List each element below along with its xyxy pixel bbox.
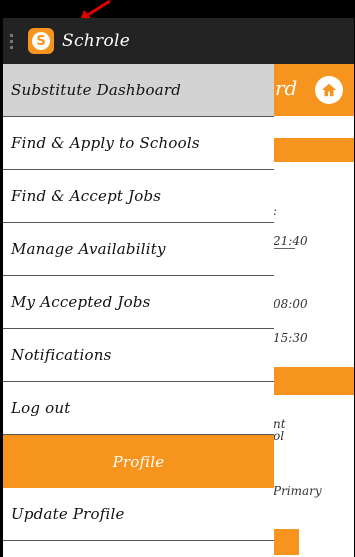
dashboard-time: 21:40 xyxy=(273,234,308,248)
action-bar: S Schrole xyxy=(3,18,354,64)
app-logo-letter: S xyxy=(32,32,50,50)
drawer-item-label: Substitute Dashboard xyxy=(11,81,182,99)
drawer-item-label: Notifications xyxy=(11,346,112,364)
drawer-toggle-icon[interactable] xyxy=(10,33,18,49)
drawer-item-label: Update Profile xyxy=(11,505,125,523)
dashboard-section-bar xyxy=(270,138,354,162)
drawer-item-label: Find & Accept Jobs xyxy=(11,187,162,205)
app-logo-icon[interactable]: S xyxy=(28,28,54,54)
drawer-item-update-profile[interactable]: Update Profile xyxy=(3,488,274,541)
drawer-item-find-apply-schools[interactable]: Find & Apply to Schools xyxy=(3,117,274,170)
app-window: S Schrole rd : 21:40 08:00 15:30 nt ol P… xyxy=(3,18,354,557)
drawer-item-substitute-dashboard[interactable]: Substitute Dashboard xyxy=(3,64,274,117)
dashboard-text: Primary xyxy=(273,484,322,498)
dashboard-time: 08:00 xyxy=(273,297,308,311)
drawer-item-label: Log out xyxy=(11,399,71,417)
drawer-item-label: My Accepted Jobs xyxy=(11,293,151,311)
dashboard-text: ol xyxy=(273,429,285,443)
drawer-item-manage-availability[interactable]: Manage Availability xyxy=(3,223,274,276)
drawer-item-find-accept-jobs[interactable]: Find & Accept Jobs xyxy=(3,170,274,223)
drawer-item-notifications[interactable]: Notifications xyxy=(3,329,274,382)
drawer-section-label: Profile xyxy=(112,452,165,471)
dashboard-time: 15:30 xyxy=(273,331,308,345)
drawer-item-label: Find & Apply to Schools xyxy=(11,134,200,152)
app-title: Schrole xyxy=(62,31,131,51)
home-button[interactable] xyxy=(315,76,343,104)
drawer-item-log-out[interactable]: Log out xyxy=(3,382,274,435)
dashboard-button[interactable] xyxy=(273,529,299,555)
dashboard-section-bar xyxy=(270,367,354,395)
drawer-item-my-accepted-jobs[interactable]: My Accepted Jobs xyxy=(3,276,274,329)
navigation-drawer: Substitute Dashboard Find & Apply to Sch… xyxy=(3,64,274,557)
drawer-section-profile: Profile xyxy=(3,435,274,488)
dashboard-header-text: rd xyxy=(275,76,298,100)
drawer-item-label: Manage Availability xyxy=(11,240,166,258)
home-icon xyxy=(321,83,337,97)
